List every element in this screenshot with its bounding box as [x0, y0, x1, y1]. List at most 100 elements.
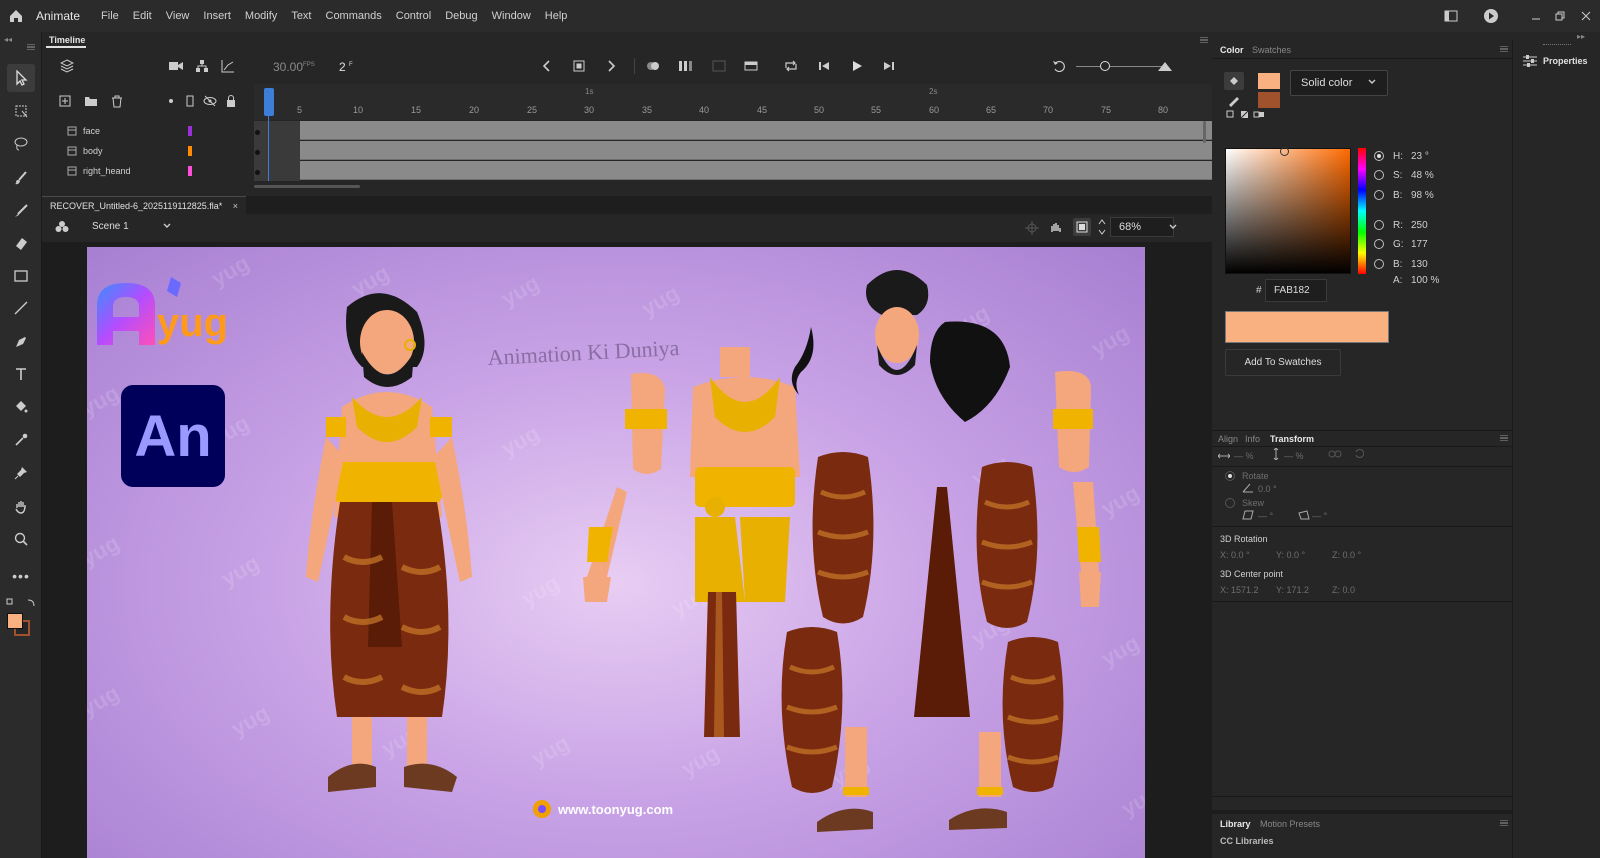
layer-row-right-heand[interactable]: right_heand: [42, 161, 254, 181]
cc-libraries-label[interactable]: CC Libraries: [1220, 836, 1274, 846]
scene-select[interactable]: Scene 1: [92, 221, 172, 232]
step-forward-icon[interactable]: [880, 57, 898, 75]
value-blue[interactable]: 130: [1411, 259, 1428, 270]
value-s[interactable]: 48 %: [1411, 170, 1434, 181]
radio-green[interactable]: [1374, 239, 1384, 249]
close-tab-icon[interactable]: ×: [233, 201, 238, 211]
frame-display[interactable]: 2 F: [339, 60, 353, 74]
highlight-dot-icon[interactable]: [169, 99, 173, 103]
document-tab[interactable]: RECOVER_Untitled-6_2025119112825.fla* ×: [42, 196, 247, 214]
panel-menu-icon[interactable]: [27, 44, 35, 50]
alpha-value[interactable]: 100 %: [1411, 275, 1439, 286]
timeline-zoom-slider[interactable]: [1076, 66, 1162, 67]
layer-row-face[interactable]: face: [42, 121, 254, 141]
pen-tool-icon[interactable]: [7, 328, 35, 356]
step-back-icon[interactable]: [815, 57, 833, 75]
line-tool-icon[interactable]: [7, 294, 35, 322]
stroke-pencil-icon[interactable]: [1227, 93, 1241, 107]
zoom-dropdown-icon[interactable]: [1168, 222, 1178, 232]
radio-brightness[interactable]: [1374, 190, 1384, 200]
paint-brush-tool-icon[interactable]: [7, 164, 35, 192]
more-tools-icon[interactable]: •••: [7, 562, 35, 590]
rotation-3d-x[interactable]: X: 0.0 °: [1220, 550, 1250, 560]
eyedropper-tool-icon[interactable]: [7, 426, 35, 454]
center-3d-z[interactable]: Z: 0.0: [1332, 585, 1355, 595]
character-full[interactable]: [292, 287, 492, 807]
dhoti-right-part[interactable]: [967, 462, 1047, 632]
menu-insert[interactable]: Insert: [196, 10, 238, 22]
hue-slider[interactable]: [1358, 148, 1366, 274]
rotation-3d-z[interactable]: Z: 0.0 °: [1332, 550, 1361, 560]
timeline-menu-icon[interactable]: [1200, 37, 1208, 43]
selection-tool-icon[interactable]: [7, 64, 35, 92]
clip-content-icon[interactable]: [1073, 218, 1091, 236]
loop-icon[interactable]: [782, 57, 800, 75]
rotate-value[interactable]: 0.0 °: [1258, 484, 1277, 494]
tab-transform[interactable]: Transform: [1270, 434, 1314, 444]
hex-input[interactable]: FAB182: [1265, 279, 1327, 302]
playhead[interactable]: [264, 88, 274, 116]
left-upper-arm-part[interactable]: [621, 369, 671, 479]
menu-view[interactable]: View: [159, 10, 197, 22]
color-panel-menu-icon[interactable]: [1500, 46, 1508, 52]
eraser-tool-icon[interactable]: [7, 229, 35, 257]
tab-info[interactable]: Info: [1245, 434, 1260, 444]
hair-lock-part[interactable]: [791, 327, 821, 397]
layers-icon[interactable]: [58, 57, 76, 75]
fill-bucket-icon[interactable]: [1224, 72, 1244, 90]
timeline-vscroll[interactable]: [1203, 121, 1206, 143]
text-tool-icon[interactable]: [7, 360, 35, 388]
zoom-stepper-icon[interactable]: [1098, 218, 1106, 236]
left-lower-arm-part[interactable]: [577, 487, 637, 607]
radio-blue[interactable]: [1374, 259, 1384, 269]
timeline-tab[interactable]: Timeline: [49, 35, 85, 45]
rotate-stage-icon[interactable]: [1048, 220, 1064, 236]
keyframe-dot[interactable]: [255, 150, 260, 155]
keyframe-dot[interactable]: [255, 130, 260, 135]
fill-color-chip[interactable]: [1258, 73, 1280, 89]
keyframe-dot[interactable]: [255, 170, 260, 175]
hair-back-part[interactable]: [925, 317, 1015, 427]
fps-display[interactable]: 30.00FPS: [273, 60, 315, 74]
brush-tool-icon[interactable]: [7, 197, 35, 225]
play-circle-icon[interactable]: [1476, 8, 1506, 24]
dhoti-front-drape-part[interactable]: [912, 487, 972, 727]
tab-align[interactable]: Align: [1218, 434, 1238, 444]
value-r[interactable]: 250: [1411, 220, 1428, 231]
radio-saturation[interactable]: [1374, 170, 1384, 180]
tab-library[interactable]: Library: [1220, 819, 1251, 829]
right-lower-arm-part[interactable]: [1067, 482, 1107, 612]
library-menu-icon[interactable]: [1500, 820, 1508, 826]
center-3d-y[interactable]: Y: 171.2: [1276, 585, 1309, 595]
properties-button[interactable]: Properties: [1513, 52, 1600, 70]
parenting-icon[interactable]: [193, 57, 211, 75]
graph-icon[interactable]: [219, 57, 237, 75]
edit-symbols-icon[interactable]: [55, 220, 69, 234]
value-b[interactable]: 98 %: [1411, 190, 1434, 201]
workspace-icon[interactable]: [1436, 10, 1466, 22]
menu-text[interactable]: Text: [284, 10, 318, 22]
fill-type-select[interactable]: Solid color: [1290, 70, 1388, 96]
rotation-3d-y[interactable]: Y: 0.0 °: [1276, 550, 1305, 560]
torso-part[interactable]: [685, 347, 805, 617]
picker-cursor[interactable]: [1280, 147, 1289, 156]
foot-right-part[interactable]: [945, 732, 1015, 832]
lock-icon[interactable]: [222, 92, 240, 110]
dhoti-left-part[interactable]: [803, 452, 883, 627]
collapse-icon[interactable]: ◂◂: [4, 35, 12, 44]
frames-row-body[interactable]: [300, 141, 1218, 160]
menu-help[interactable]: Help: [538, 10, 575, 22]
value-h[interactable]: 23 °: [1411, 151, 1429, 162]
tab-color[interactable]: Color: [1220, 45, 1244, 55]
paint-bucket-tool-icon[interactable]: [7, 393, 35, 421]
skew-y-value[interactable]: — °: [1312, 511, 1327, 521]
menu-control[interactable]: Control: [389, 10, 438, 22]
lasso-tool-icon[interactable]: [7, 130, 35, 158]
menu-debug[interactable]: Debug: [438, 10, 484, 22]
fill-color-swatch[interactable]: [7, 613, 23, 629]
menu-file[interactable]: File: [94, 10, 126, 22]
center-3d-x[interactable]: X: 1571.2: [1220, 585, 1259, 595]
frame-clip-icon[interactable]: [742, 57, 760, 75]
camera-icon[interactable]: [167, 57, 185, 75]
delete-layer-icon[interactable]: [108, 92, 126, 110]
